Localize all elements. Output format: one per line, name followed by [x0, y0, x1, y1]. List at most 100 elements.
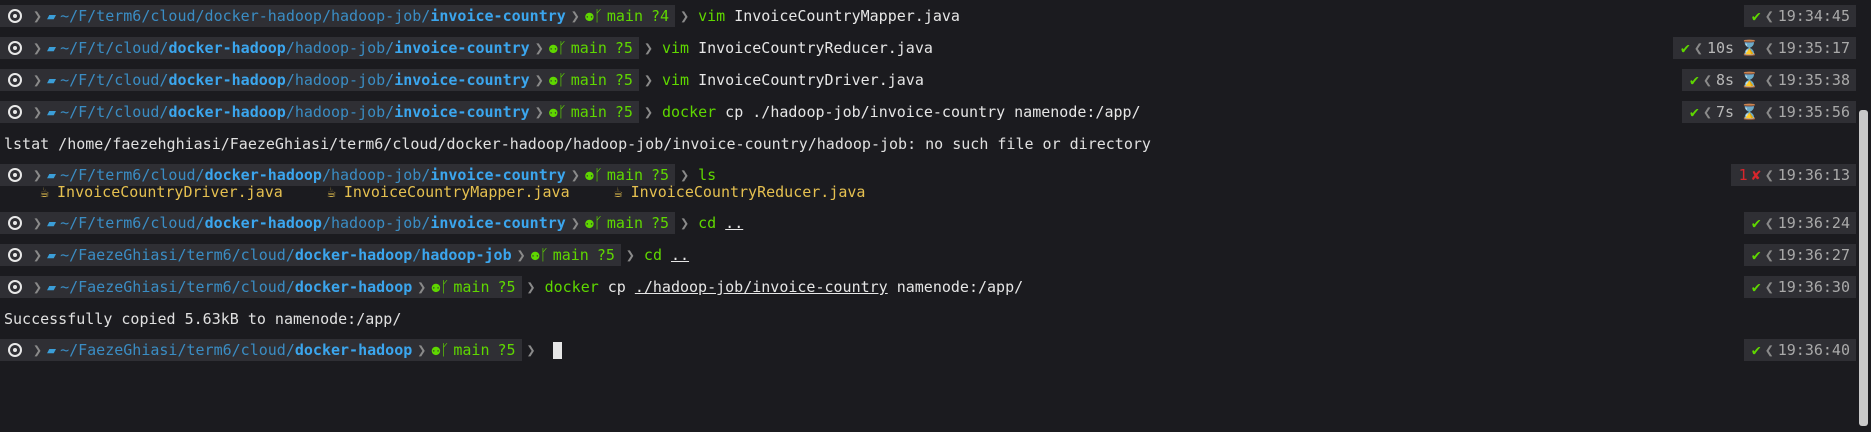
git-branch: main [606, 214, 644, 232]
timestamp: 19:35:17 [1777, 39, 1850, 57]
success-check-icon: ✔ [1751, 7, 1761, 25]
git-status: ?5 [497, 341, 516, 359]
chevron-right-icon: ❯ [643, 71, 653, 89]
path-bold: hadoop-job [421, 246, 512, 264]
chevron-right-icon: ❯ [570, 7, 580, 25]
duration: 7s [1715, 103, 1735, 121]
command: vim [698, 7, 726, 25]
git-branch: main [552, 246, 589, 264]
file-entry: InvoiceCountryDriver.java [57, 183, 283, 201]
scrollbar-thumb[interactable] [1859, 110, 1868, 426]
prompt-line: ❯ ▰ ~/F/t/cloud/docker-hadoop/hadoop-job… [0, 69, 1856, 91]
chevron-left-icon: ❮ [1764, 39, 1774, 57]
output-line: lstat /home/faezehghiasi/FaezeGhiasi/ter… [0, 133, 1856, 155]
chevron-right-icon: ❯ [33, 39, 43, 57]
github-icon: ⚉ [548, 71, 558, 89]
command-args: cp ./hadoop-job/invoice-country namenode… [725, 103, 1141, 121]
chevron-right-icon: ❯ [33, 278, 43, 296]
github-icon: ⚉ [584, 214, 594, 232]
hourglass-icon: ⌛ [1740, 71, 1759, 89]
path-bold: invoice-country [430, 214, 566, 232]
prompt-line: ❯ ▰ ~/FaezeGhiasi/term6/cloud/docker-had… [0, 339, 1856, 361]
hourglass-icon: ⌛ [1740, 103, 1759, 121]
path-dim: / [412, 246, 422, 264]
path-dim: ~/FaezeGhiasi/term6/cloud/ [60, 246, 295, 264]
prompt-bar: ❯ ▰ ~/F/t/cloud/docker-hadoop/hadoop-job… [0, 101, 639, 123]
command-output: lstat /home/faezehghiasi/FaezeGhiasi/ter… [4, 135, 1151, 153]
timestamp: 19:36:30 [1777, 278, 1850, 296]
duration: 8s [1715, 71, 1735, 89]
chevron-left-icon: ❮ [1764, 103, 1774, 121]
prompt-bar: ❯ ▰ ~/FaezeGhiasi/term6/cloud/docker-had… [0, 276, 522, 298]
chevron-left-icon: ❮ [1764, 7, 1774, 25]
path-bold: invoice-country [394, 103, 530, 121]
prompt-line: ❯ ▰ ~/F/term6/cloud/docker-hadoop/hadoop… [0, 5, 1856, 27]
path-dim: /hadoop-job/ [321, 214, 431, 232]
folder-icon: ▰ [47, 214, 57, 232]
linux-os-icon [8, 105, 22, 119]
linux-os-icon [8, 216, 22, 230]
folder-icon: ▰ [47, 278, 57, 296]
path-mid: docker-hadoop [204, 214, 322, 232]
output-line: Successfully copied 5.63kB to namenode:/… [0, 308, 1856, 330]
prompt-bar: ❯ ▰ ~/FaezeGhiasi/term6/cloud/docker-had… [0, 244, 621, 266]
command-args: namenode:/app/ [896, 278, 1024, 296]
chevron-right-icon: ❯ [570, 214, 580, 232]
command-args: ./hadoop-job/invoice-country [634, 278, 888, 296]
linux-os-icon [8, 168, 22, 182]
path-bold: docker-hadoop [294, 278, 413, 296]
chevron-left-icon: ❮ [1764, 278, 1774, 296]
chevron-left-icon: ❮ [1702, 103, 1712, 121]
path-dim: ~/FaezeGhiasi/term6/cloud/ [60, 341, 295, 359]
chevron-right-icon: ❯ [625, 246, 635, 264]
command: cd [698, 214, 717, 232]
command-args: InvoiceCountryDriver.java [698, 71, 924, 89]
git-branch-icon: ᚴ [557, 39, 567, 57]
prompt-bar: ❯ ▰ ~/F/t/cloud/docker-hadoop/hadoop-job… [0, 37, 639, 59]
hourglass-icon: ⌛ [1740, 39, 1759, 57]
java-cup-icon: ☕ [40, 183, 50, 201]
chevron-left-icon: ❮ [1693, 39, 1703, 57]
path-bold: invoice-country [394, 39, 530, 57]
linux-os-icon [8, 343, 22, 357]
prompt-line: ❯ ▰ ~/FaezeGhiasi/term6/cloud/docker-had… [0, 276, 1856, 298]
git-branch: main [453, 278, 490, 296]
folder-icon: ▰ [47, 39, 57, 57]
duration: 10s [1706, 39, 1735, 57]
right-status: ✔ ❮ 19:36:40 [1743, 339, 1856, 361]
command-args: .. [670, 246, 690, 264]
path-bold: docker-hadoop [294, 341, 413, 359]
timestamp: 19:34:45 [1777, 7, 1850, 25]
path-dim: /hadoop-job/ [285, 71, 395, 89]
git-status: ?5 [596, 246, 615, 264]
git-branch: main [570, 103, 607, 121]
linux-os-icon [8, 9, 22, 23]
git-branch-icon: ᚴ [440, 278, 450, 296]
right-status: ✔ ❮ 8s ⌛ ❮ 19:35:38 [1681, 69, 1856, 91]
chevron-right-icon: ❯ [33, 103, 43, 121]
command: vim [661, 71, 690, 89]
github-icon: ⚉ [584, 7, 594, 25]
file-entry: InvoiceCountryReducer.java [630, 183, 866, 201]
command: docker [544, 278, 599, 296]
path-bold: invoice-country [430, 7, 566, 25]
git-status: ?5 [614, 103, 633, 121]
github-icon: ⚉ [431, 278, 441, 296]
timestamp: 19:35:38 [1777, 71, 1850, 89]
chevron-right-icon: ❯ [33, 7, 43, 25]
folder-icon: ▰ [47, 341, 57, 359]
prompt-bar: ❯ ▰ ~/FaezeGhiasi/term6/cloud/docker-had… [0, 339, 522, 361]
git-branch-icon: ᚴ [557, 103, 567, 121]
text-cursor[interactable] [552, 341, 562, 359]
chevron-right-icon: ❯ [33, 214, 43, 232]
timestamp: 19:36:27 [1777, 246, 1850, 264]
right-status: ✔ ❮ 7s ⌛ ❮ 19:35:56 [1681, 101, 1856, 123]
scrollbar[interactable] [1856, 0, 1871, 432]
chevron-right-icon: ❯ [526, 341, 536, 359]
chevron-left-icon: ❮ [1764, 341, 1774, 359]
chevron-right-icon: ❯ [33, 71, 43, 89]
git-status: ?5 [614, 39, 633, 57]
git-status: ?4 [651, 7, 670, 25]
file-entry: InvoiceCountryMapper.java [343, 183, 570, 201]
terminal-window[interactable]: ❯ ▰ ~/F/term6/cloud/docker-hadoop/hadoop… [0, 0, 1856, 432]
